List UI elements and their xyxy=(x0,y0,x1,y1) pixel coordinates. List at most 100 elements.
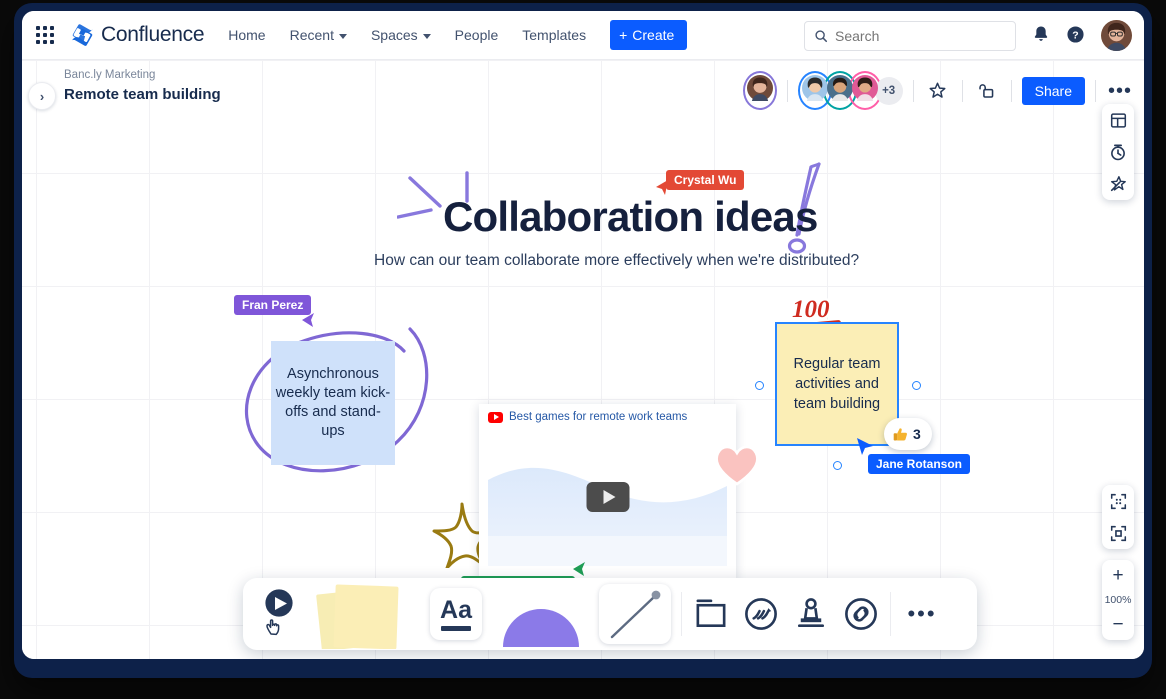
device-frame: Confluence Home Recent Spaces People Tem… xyxy=(14,3,1152,678)
selection-handle-right[interactable] xyxy=(912,381,921,390)
create-button[interactable]: + Create xyxy=(610,20,687,50)
user-avatar[interactable] xyxy=(1101,20,1132,51)
toolbar-link-tool[interactable] xyxy=(836,581,886,647)
shape-icon xyxy=(491,581,591,647)
avatar-image xyxy=(747,88,773,101)
star-icon[interactable] xyxy=(924,77,952,105)
global-navigation: Confluence Home Recent Spaces People Tem… xyxy=(22,11,1144,60)
select-hand-icon xyxy=(257,588,303,640)
sticky-note-blue[interactable]: Asynchronous weekly team kick-offs and s… xyxy=(271,341,395,465)
video-thumbnail[interactable] xyxy=(488,428,727,566)
cursor-label-jane-rotanson: Jane Rotanson xyxy=(868,454,970,474)
nav-item-home-label: Home xyxy=(228,27,265,43)
reaction-count: 3 xyxy=(913,426,921,442)
zoom-in-label: + xyxy=(1112,568,1123,584)
sticky-note-blue-text: Asynchronous weekly team kick-offs and s… xyxy=(275,365,391,441)
toolbar-stamp-tool[interactable] xyxy=(786,581,836,647)
divider xyxy=(1095,80,1096,102)
confluence-mark-icon xyxy=(70,23,94,47)
zoom-in-button[interactable]: + xyxy=(1102,560,1134,591)
avatar-image xyxy=(802,88,828,101)
avatar-image xyxy=(852,88,878,101)
video-embed-header: Best games for remote work teams xyxy=(479,404,736,428)
chevron-down-icon xyxy=(423,34,431,39)
magic-wand-icon[interactable] xyxy=(1102,168,1134,200)
fit-to-selection-icon[interactable] xyxy=(1102,517,1134,549)
right-rail-tools[interactable] xyxy=(1102,104,1134,200)
toolbar-frame-tool[interactable] xyxy=(686,581,736,647)
share-button[interactable]: Share xyxy=(1022,77,1085,105)
cursor-label-crystal-wu: Crystal Wu xyxy=(666,170,744,190)
divider xyxy=(1011,80,1012,102)
zoom-controls[interactable]: + 100% − xyxy=(1102,560,1134,640)
toolbar-select-tool[interactable] xyxy=(247,581,313,647)
app-window: Confluence Home Recent Spaces People Tem… xyxy=(22,11,1144,659)
plus-icon: + xyxy=(619,27,627,43)
thumbs-up-icon xyxy=(892,426,909,443)
collaborator-avatar-0[interactable] xyxy=(743,71,777,110)
divider xyxy=(913,80,914,102)
templates-icon[interactable] xyxy=(1102,104,1134,136)
search-input[interactable] xyxy=(835,28,1000,44)
zoom-out-button[interactable]: − xyxy=(1102,609,1134,640)
nav-item-templates[interactable]: Templates xyxy=(522,27,586,43)
nav-item-home[interactable]: Home xyxy=(228,27,265,43)
heart-sticker[interactable] xyxy=(712,441,762,487)
unlock-icon[interactable] xyxy=(973,77,1001,105)
zoom-out-label: − xyxy=(1112,617,1123,633)
reaction-badge[interactable]: 3 xyxy=(884,418,932,450)
whiteboard-subtitle[interactable]: How can our team collaborate more effect… xyxy=(374,252,859,270)
confluence-logo[interactable]: Confluence xyxy=(70,23,204,47)
brand-name: Confluence xyxy=(101,23,204,47)
toolbar-divider xyxy=(681,592,682,636)
toolbar-text-tool[interactable]: Aa xyxy=(423,581,489,647)
selection-handle-left[interactable] xyxy=(755,381,764,390)
more-actions-icon[interactable]: ••• xyxy=(1106,77,1134,105)
search-icon xyxy=(814,29,828,43)
toolbar-shape-tool[interactable] xyxy=(489,581,593,647)
toolbar-sticky-note-tool[interactable] xyxy=(313,581,423,647)
nav-item-templates-label: Templates xyxy=(522,27,586,43)
frame-icon xyxy=(692,595,730,633)
more-icon: ••• xyxy=(907,609,936,619)
fit-to-content-icon[interactable] xyxy=(1102,485,1134,517)
nav-item-spaces-label: Spaces xyxy=(371,27,418,43)
notifications-icon[interactable] xyxy=(1031,24,1051,49)
whiteboard-canvas[interactable]: Collaboration ideas How can our team col… xyxy=(22,60,1144,659)
sticky-note-yellow-text: Regular team activities and team buildin… xyxy=(777,354,897,414)
avatar-image xyxy=(827,88,853,101)
breadcrumb-space[interactable]: Banc.ly Marketing xyxy=(64,69,155,81)
nav-item-people[interactable]: People xyxy=(455,27,499,43)
toolbar-line-tool[interactable] xyxy=(593,581,677,647)
avatar-image xyxy=(1101,20,1132,51)
sticky-note-icon xyxy=(313,579,423,649)
line-icon xyxy=(604,585,666,643)
video-play-button[interactable] xyxy=(586,482,629,512)
video-embed-title[interactable]: Best games for remote work teams xyxy=(509,411,687,423)
whiteboard-title[interactable]: Collaboration ideas xyxy=(443,193,818,241)
page-title[interactable]: Remote team building xyxy=(64,86,221,103)
toolbar-reaction-tool[interactable] xyxy=(736,581,786,647)
right-rail-fit[interactable] xyxy=(1102,485,1134,549)
search-box[interactable] xyxy=(804,21,1016,51)
text-tool-glyph: Aa xyxy=(440,598,472,622)
help-icon[interactable]: ? xyxy=(1065,24,1086,50)
collaborator-overflow[interactable]: +3 xyxy=(875,77,903,105)
text-underline xyxy=(441,626,471,631)
nav-item-spaces[interactable]: Spaces xyxy=(371,27,431,43)
collaborator-avatar-3[interactable] xyxy=(848,71,882,110)
timer-icon[interactable] xyxy=(1102,136,1134,168)
divider xyxy=(962,80,963,102)
stamp-icon xyxy=(792,595,830,633)
app-switcher-icon[interactable] xyxy=(34,24,56,46)
video-embed-card[interactable]: Best games for remote work teams xyxy=(479,404,736,580)
whiteboard-toolbar[interactable]: Aa xyxy=(243,578,977,650)
expand-sidebar-button[interactable]: › xyxy=(28,82,56,110)
sticky-note-yellow[interactable]: Regular team activities and team buildin… xyxy=(775,322,899,446)
toolbar-more-tools[interactable]: ••• xyxy=(895,581,949,647)
page-header-actions: +3 Share ••• xyxy=(743,71,1134,110)
selection-handle-bottom[interactable] xyxy=(833,461,842,470)
svg-text:?: ? xyxy=(1072,30,1078,42)
zoom-level[interactable]: 100% xyxy=(1102,591,1134,609)
nav-item-recent[interactable]: Recent xyxy=(290,27,347,43)
